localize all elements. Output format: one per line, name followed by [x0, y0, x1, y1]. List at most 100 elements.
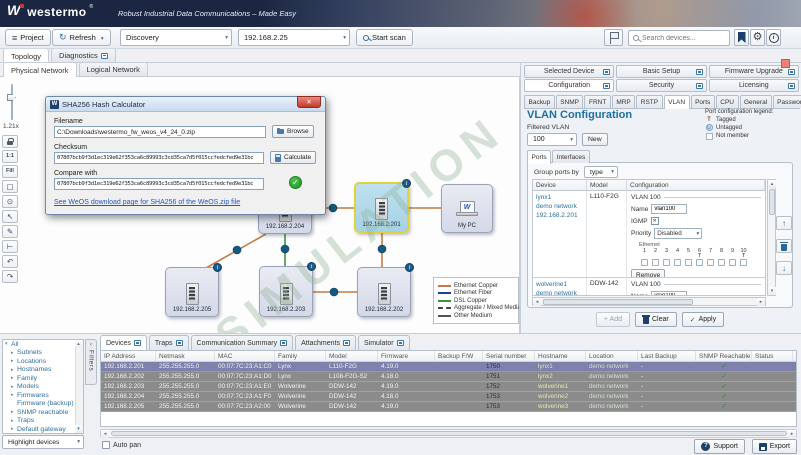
device-row-192.168.2.201[interactable]: 192.168.2.201255.255.255.000:07:7C:23:A1…	[101, 362, 796, 372]
one-to-one-tool-button[interactable]: 1:1	[2, 150, 18, 163]
bottom-tab-traps[interactable]: Traps	[149, 335, 189, 350]
zoom-slider-handle[interactable]	[7, 94, 16, 101]
port-checkbox[interactable]	[674, 259, 681, 266]
port-checkbox[interactable]	[641, 259, 648, 266]
vertical-scrollbar[interactable]	[767, 179, 776, 296]
apply-button[interactable]: ✓ Apply	[682, 312, 724, 327]
browse-button[interactable]: Browse	[272, 125, 314, 138]
move-down-button[interactable]: ↓	[776, 261, 792, 275]
vlan-name-input[interactable]	[651, 291, 687, 296]
project-button[interactable]: Project	[5, 29, 51, 46]
device-192-168-2-203-node[interactable]: 192.168.2.203i	[259, 266, 313, 317]
popout-icon[interactable]	[603, 69, 610, 75]
tab-ports[interactable]: Ports	[527, 150, 551, 164]
tree-scrollbar[interactable]	[75, 340, 83, 433]
device-192-168-2-201-node[interactable]: 192.168.2.201i	[354, 182, 409, 233]
power-tool-button[interactable]: ⊙	[2, 195, 18, 208]
fill-tool-button[interactable]: Fill	[2, 165, 18, 178]
tab-configuration[interactable]: Configuration	[524, 79, 614, 92]
device-192-168-2-205-node[interactable]: 192.168.2.205i	[165, 267, 219, 317]
filter-tree-item-locations[interactable]: ▸Locations	[3, 357, 83, 366]
column-header-snmp-reachable[interactable]: SNMP Reachable	[696, 351, 752, 361]
lock-tool-button[interactable]	[2, 135, 18, 148]
column-header-backup-f-w[interactable]: Backup F/W	[435, 351, 483, 361]
tab-diagnostics[interactable]: Diagnostics	[51, 48, 116, 62]
zoom-slider[interactable]	[7, 84, 17, 120]
scroll-down-icon[interactable]	[768, 287, 776, 295]
column-header-family[interactable]: Family	[275, 351, 326, 361]
calculate-button[interactable]: Calculate	[270, 151, 316, 164]
column-header-location[interactable]: Location	[586, 351, 638, 361]
port-checkbox[interactable]	[707, 259, 714, 266]
column-header-configuration[interactable]: Configuration	[627, 180, 765, 190]
compare-input[interactable]	[54, 178, 264, 190]
device-row-192.168.2.204[interactable]: 192.168.2.204255.255.255.000:07:7C:23:A1…	[101, 392, 796, 402]
port-checkbox[interactable]	[696, 259, 703, 266]
tab-general[interactable]: General	[740, 95, 772, 108]
auto-pan-checkbox[interactable]	[102, 441, 110, 449]
filter-tree-item-family[interactable]: ▸Family	[3, 374, 83, 383]
scan-ip-select[interactable]: 192.168.2.25	[238, 29, 350, 46]
scroll-left-icon[interactable]	[101, 430, 109, 438]
device-row-192.168.2.202[interactable]: 192.168.2.202255.255.255.000:07:7C:23:A1…	[101, 372, 796, 382]
scroll-right-icon[interactable]	[757, 298, 765, 306]
column-header-firmware[interactable]: Firmware	[378, 351, 435, 361]
filter-tree-item-traps[interactable]: ▸Traps	[3, 417, 83, 426]
popout-icon[interactable]	[397, 340, 404, 346]
add-button[interactable]: + Add	[596, 312, 630, 327]
popout-icon[interactable]	[788, 83, 795, 89]
popout-icon[interactable]	[343, 340, 350, 346]
tab-selected-device[interactable]: Selected Device	[524, 65, 614, 78]
filter-tree-item-snmp-reachable[interactable]: ▸SNMP reachable	[3, 408, 83, 417]
column-header-model[interactable]: Model	[587, 180, 627, 190]
popout-icon[interactable]	[176, 340, 183, 346]
column-header-mac[interactable]: MAC	[215, 351, 275, 361]
remove-vlan-button[interactable]: Remove	[631, 269, 665, 278]
popout-icon[interactable]	[696, 69, 703, 75]
filename-input[interactable]	[54, 126, 266, 138]
measure-tool-button[interactable]: ⊢	[2, 240, 18, 253]
link-junction-dot[interactable]	[281, 245, 289, 253]
vlan-row-lynx1[interactable]: lynx1 demo network 192.168.2.201 L110-F2…	[533, 191, 765, 278]
my-pc-node[interactable]: WMy PC	[441, 184, 493, 233]
filter-tree-item-models[interactable]: ▸Models	[3, 383, 83, 392]
filtered-vlan-select[interactable]: 100	[527, 133, 577, 146]
popout-icon[interactable]	[280, 340, 287, 346]
filter-tree-item-firmwares[interactable]: ▸Firmwares	[3, 391, 83, 400]
start-scan-button[interactable]: Start scan	[356, 29, 413, 46]
horizontal-scrollbar[interactable]	[532, 297, 766, 306]
bottom-tab-attachments[interactable]: Attachments	[295, 335, 356, 350]
vlan-row-wolverine1[interactable]: wolverine1 demo network 192.168.2.202 DD…	[533, 278, 765, 296]
scrollbar-thumb[interactable]	[543, 299, 693, 305]
port-checkbox[interactable]	[718, 259, 725, 266]
close-button[interactable]: ✕	[297, 96, 321, 108]
bottom-tab-devices[interactable]: Devices	[100, 335, 147, 350]
scrollbar-thumb[interactable]	[111, 431, 787, 436]
export-button[interactable]: Export	[752, 439, 797, 454]
highlight-devices-select[interactable]: Highlight devices	[2, 435, 84, 449]
undo-tool-button[interactable]: ↶	[2, 255, 18, 268]
tab-cpu[interactable]: CPU	[716, 95, 739, 108]
tab-security[interactable]: Security	[616, 79, 706, 92]
table-horizontal-scrollbar[interactable]	[100, 429, 797, 438]
dialog-titlebar[interactable]: W SHA256 Hash Calculator ✕	[46, 97, 325, 112]
tab-basic-setup[interactable]: Basic Setup	[616, 65, 706, 78]
column-header-ip-address[interactable]: IP Address	[101, 351, 156, 361]
popout-icon[interactable]	[696, 83, 703, 89]
tab-mrp[interactable]: MRP	[612, 95, 635, 108]
scroll-left-icon[interactable]	[533, 298, 541, 306]
link-junction-dot[interactable]	[329, 204, 337, 212]
tab-vlan[interactable]: VLAN	[664, 95, 690, 109]
filter-tree-item-hostnames[interactable]: ▸Hostnames	[3, 366, 83, 375]
scan-mode-select[interactable]: Discovery	[120, 29, 232, 46]
popout-icon[interactable]	[788, 69, 795, 75]
scroll-up-icon[interactable]	[768, 180, 776, 188]
link-junction-dot[interactable]	[378, 245, 386, 253]
link-junction-dot[interactable]	[330, 288, 338, 296]
filter-tree-item-subnets[interactable]: ▸Subnets	[3, 349, 83, 358]
clear-button[interactable]: Clear	[635, 312, 677, 327]
port-checkbox[interactable]	[729, 259, 736, 266]
scrollbar-thumb[interactable]	[769, 189, 775, 215]
tab-physical-network[interactable]: Physical Network	[3, 62, 77, 77]
tab-password[interactable]: Password	[773, 95, 801, 108]
